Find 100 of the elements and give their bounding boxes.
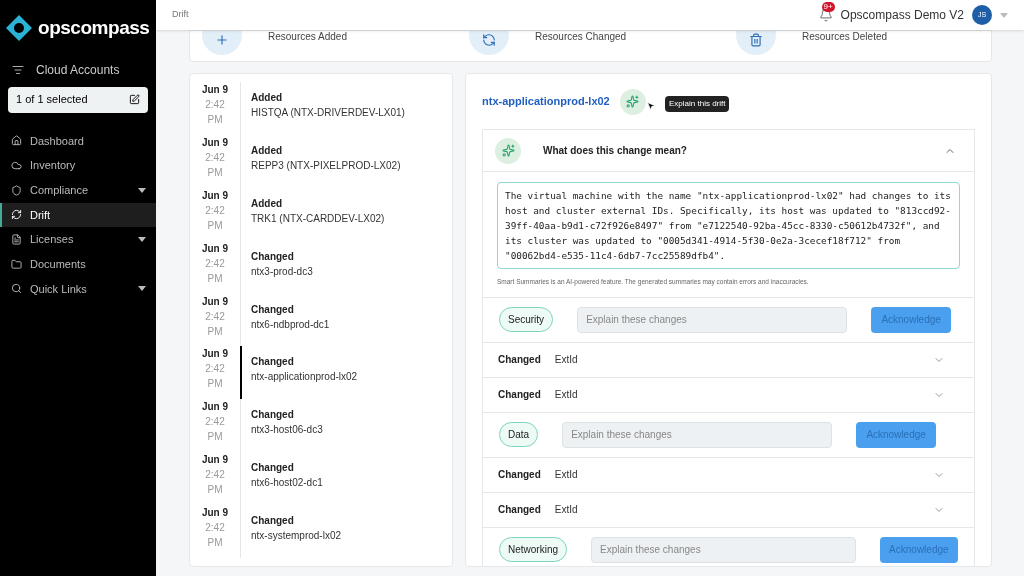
feed-time: 2:42 — [205, 256, 225, 271]
summary-header[interactable]: What does this change mean? — [483, 130, 974, 172]
nav-label: Documents — [30, 257, 86, 273]
change-field: ExtId — [554, 502, 578, 518]
trash-icon — [749, 33, 763, 47]
feed-action: Changed — [251, 302, 295, 317]
feed-ampm: PM — [207, 218, 223, 233]
nav-label: Compliance — [30, 182, 89, 198]
feed-time: 2:42 — [205, 309, 225, 324]
feed-ampm: PM — [207, 113, 223, 127]
feed-time: 2:42 — [205, 415, 225, 430]
stat-label: Resources Deleted — [802, 31, 888, 44]
feed-action: Added — [251, 143, 284, 158]
tooltip: Explain this drift — [665, 96, 730, 112]
change-action: Changed — [498, 353, 541, 368]
feed-ampm: PM — [207, 271, 223, 286]
feed-time: 2:42 — [205, 362, 225, 377]
sparkle-icon — [501, 144, 515, 157]
category-tag: Networking — [499, 537, 568, 563]
feed-date: Jun 9 — [201, 453, 229, 468]
detail-title: ntx-applicationprod-lx02 — [482, 94, 610, 110]
logo-icon — [6, 15, 32, 42]
brand-name: opscompass — [38, 16, 150, 40]
feed-date: Jun 9 — [201, 294, 229, 309]
refresh-icon — [482, 33, 496, 47]
feed-ampm: PM — [207, 483, 223, 498]
explain-field[interactable]: Explain these changes — [591, 536, 856, 563]
nav-item[interactable]: Inventory — [0, 153, 156, 178]
feed-item[interactable]: Jun 9 2:42 PM Changed ntx6-host02-dc1 — [190, 452, 452, 506]
change-action: Changed — [498, 468, 541, 483]
shield-icon — [11, 184, 22, 196]
account-name[interactable]: Opscompass Demo V2 — [840, 6, 964, 24]
feed-action: Added — [251, 196, 284, 211]
feed-item[interactable]: Jun 9 2:42 PM Added TRK1 (NTX-CARDDEV-LX02) — [190, 187, 452, 241]
nav-item[interactable]: Licenses — [0, 227, 156, 252]
nav-item[interactable]: Drift — [0, 202, 156, 228]
feed-ampm: PM — [207, 324, 223, 339]
search-icon — [11, 283, 22, 295]
feed-time: 2:42 — [205, 468, 225, 483]
feed-date: Jun 9 — [201, 241, 229, 256]
feed-time: 2:42 — [205, 203, 225, 218]
edit-icon — [129, 94, 140, 105]
feed-resource: ntx3-prod-dc3 — [251, 264, 313, 279]
stat-label: Resources Added — [268, 31, 347, 44]
change-row[interactable]: Changed ExtId — [483, 342, 974, 378]
document-icon — [11, 234, 22, 246]
nav-item[interactable]: Dashboard — [0, 128, 156, 154]
feed-item[interactable]: Jun 9 2:42 PM Changed ntx6-ndbprod-dc1 — [190, 293, 452, 347]
explain-field[interactable]: Explain these changes — [562, 421, 833, 448]
sync-icon — [11, 209, 22, 221]
explain-button[interactable] — [619, 88, 646, 115]
feed-item[interactable]: Jun 9 2:42 PM Changed ntx3-prod-dc3 — [190, 240, 452, 294]
feed-date: Jun 9 — [201, 188, 229, 203]
feed-action: Changed — [251, 461, 295, 476]
nav-label: Dashboard — [30, 133, 84, 149]
stat-label: Resources Changed — [535, 31, 627, 44]
feed-item[interactable]: Jun 9 2:42 PM Added REPP3 (NTX-PIXELPROD-LX02) — [190, 134, 452, 188]
feed-resource: ntx-applicationprod-lx02 — [251, 370, 358, 385]
account-selector[interactable]: 1 of 1 selected — [8, 86, 148, 113]
breadcrumb: Drift — [172, 8, 189, 22]
feed-date: Jun 9 — [201, 347, 229, 362]
feed-ampm: PM — [207, 377, 223, 392]
feed-date: Jun 9 — [201, 135, 229, 150]
feed-ampm: PM — [207, 536, 223, 551]
feed-action: Changed — [251, 249, 295, 264]
filter-icon — [12, 63, 24, 76]
feed-date: Jun 9 — [201, 83, 229, 97]
nav-item[interactable]: Documents — [0, 251, 156, 277]
change-row[interactable]: Changed ExtId — [483, 492, 974, 528]
feed-item[interactable]: Jun 9 2:42 PM Changed ntx-systemprod-lx02 — [190, 505, 452, 558]
change-field: ExtId — [554, 467, 578, 483]
change-row[interactable]: Changed ExtId — [483, 377, 974, 413]
category-tag: Data — [499, 422, 539, 448]
feed-resource: ntx3-host06-dc3 — [251, 423, 323, 438]
explain-field[interactable]: Explain these changes — [577, 306, 848, 333]
feed-item[interactable]: Jun 9 2:42 PM Changed ntx-applicationprod-lx02 — [190, 346, 452, 400]
nav-item[interactable]: Compliance — [0, 177, 156, 203]
feed-resource: REPP3 (NTX-PIXELPROD-LX02) — [251, 158, 401, 173]
feed-item[interactable]: Jun 9 2:42 PM Added HISTQA (NTX-DRIVERDEV-LX01) — [190, 82, 452, 135]
feed-action: Changed — [251, 408, 295, 423]
change-action: Changed — [498, 503, 541, 518]
home-icon — [11, 135, 22, 147]
cursor-icon — [646, 101, 656, 111]
feed-time: 2:42 — [205, 98, 225, 112]
feed-item[interactable]: Jun 9 2:42 PM Changed ntx3-host06-dc3 — [190, 399, 452, 453]
bell-icon[interactable] — [818, 8, 833, 22]
nav-label: Licenses — [30, 232, 74, 248]
feed-action: Added — [251, 91, 284, 105]
summary-heading: What does this change mean? — [543, 144, 687, 158]
feed-time: 2:42 — [205, 150, 225, 165]
nav-label: Inventory — [30, 158, 76, 174]
change-field: ExtId — [554, 387, 578, 403]
change-action: Changed — [498, 388, 541, 403]
notification-badge: 9+ — [821, 2, 835, 12]
category-tag: Security — [499, 307, 554, 333]
cloud-icon — [11, 160, 22, 172]
nav-item[interactable]: Quick Links — [0, 276, 156, 302]
feed-time: 2:42 — [205, 521, 225, 536]
change-row[interactable]: Changed ExtId — [483, 457, 974, 493]
summary-text: The virtual machine with the name "ntx-applicationprod-lx02" had changes to its host and cluster external IDs. Specifically, its host was updated to "813ccd92-39ff-40aa-b9d1-c72f926e8497" from "e7122540-92ba-45cc-8330-c50612b4732f", and its cluster was updated to "0005d341-4914-5f30-0e2a-3cecef18f712" from "00062bd4-e535-11c4-6db7-7cc25589dfb4". — [497, 182, 960, 269]
